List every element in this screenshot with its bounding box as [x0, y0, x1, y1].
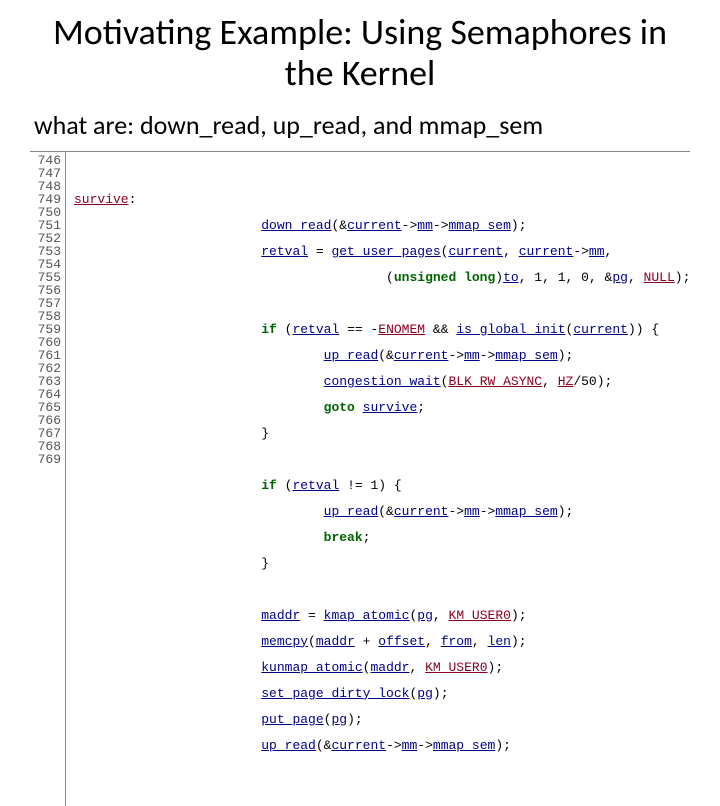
- code-line: [74, 167, 690, 180]
- code-line: [74, 583, 690, 596]
- code-line: kunmap_atomic(maddr, KM_USER0);: [74, 661, 690, 674]
- line-number: 769: [32, 453, 61, 466]
- line-number: 758: [32, 310, 61, 323]
- line-number: 753: [32, 245, 61, 258]
- line-number: 759: [32, 323, 61, 336]
- code-line: put_page(pg);: [74, 713, 690, 726]
- code-label: survive: [74, 192, 129, 207]
- line-number: 748: [32, 180, 61, 193]
- line-number: 761: [32, 349, 61, 362]
- code-line: if (retval != 1) {: [74, 479, 690, 492]
- code-line: }: [74, 557, 690, 570]
- line-number: 763: [32, 375, 61, 388]
- line-number: 752: [32, 232, 61, 245]
- code-line: down_read(&current->mm->mmap_sem);: [74, 219, 690, 232]
- code-line: maddr = kmap_atomic(pg, KM_USER0);: [74, 609, 690, 622]
- slide: Motivating Example: Using Semaphores in …: [0, 0, 720, 540]
- line-number: 749: [32, 193, 61, 206]
- line-number: 760: [32, 336, 61, 349]
- line-number: 757: [32, 297, 61, 310]
- line-number: 747: [32, 167, 61, 180]
- code-line: (unsigned long)to, 1, 1, 0, &pg, NULL);: [74, 271, 690, 284]
- code-block: 746 747 748 749 750 751 752 753 754 755 …: [30, 151, 690, 806]
- code-line: [74, 453, 690, 466]
- line-number: 756: [32, 284, 61, 297]
- line-number: 766: [32, 414, 61, 427]
- code-line: congestion_wait(BLK_RW_ASYNC, HZ/50);: [74, 375, 690, 388]
- line-number: 755: [32, 271, 61, 284]
- line-number: 751: [32, 219, 61, 232]
- line-number: 764: [32, 388, 61, 401]
- code-line: [74, 297, 690, 310]
- line-number: 767: [32, 427, 61, 440]
- slide-subtitle: what are: down_read, up_read, and mmap_s…: [30, 109, 690, 141]
- code-line: retval = get_user_pages(current, current…: [74, 245, 690, 258]
- line-number: 754: [32, 258, 61, 271]
- slide-title: Motivating Example: Using Semaphores in …: [30, 12, 690, 95]
- line-number: 746: [32, 154, 61, 167]
- code-line: up_read(&current->mm->mmap_sem);: [74, 349, 690, 362]
- code-area: survive: down_read(&current->mm->mmap_se…: [66, 152, 690, 806]
- code-line: up_read(&current->mm->mmap_sem);: [74, 739, 690, 752]
- code-line: if (retval == -ENOMEM && is_global_init(…: [74, 323, 690, 336]
- code-line: up_read(&current->mm->mmap_sem);: [74, 505, 690, 518]
- line-number: 762: [32, 362, 61, 375]
- line-number: 750: [32, 206, 61, 219]
- code-line: [74, 765, 690, 778]
- code-line: memcpy(maddr + offset, from, len);: [74, 635, 690, 648]
- line-number: 765: [32, 401, 61, 414]
- line-number-gutter: 746 747 748 749 750 751 752 753 754 755 …: [30, 152, 66, 806]
- code-line: set_page_dirty_lock(pg);: [74, 687, 690, 700]
- code-line: survive:: [74, 193, 690, 206]
- code-line: }: [74, 427, 690, 440]
- code-line: goto survive;: [74, 401, 690, 414]
- code-line: break;: [74, 531, 690, 544]
- line-number: 768: [32, 440, 61, 453]
